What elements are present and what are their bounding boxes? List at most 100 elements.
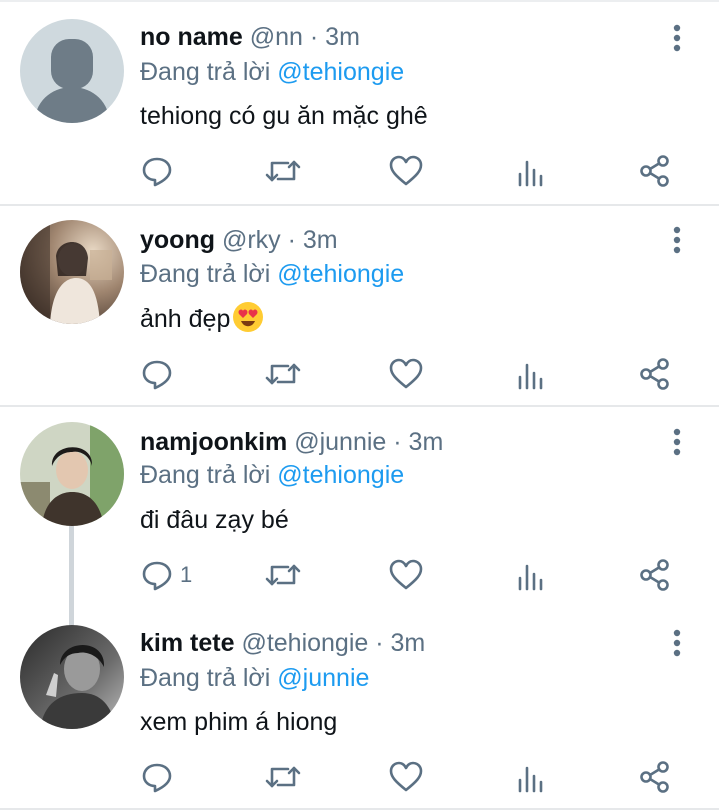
retweet-button[interactable]: [264, 759, 302, 795]
tweet-text: tehiong có gu ăn mặc ghê: [140, 102, 428, 130]
user-handle[interactable]: @tehiongie: [241, 629, 368, 657]
replying-to: Đang trả lời @tehiongie: [140, 460, 404, 490]
like-button[interactable]: [388, 759, 424, 795]
reply-mention-link[interactable]: @tehiongie: [277, 58, 404, 86]
replying-to: Đang trả lời @junnie: [140, 663, 369, 693]
reply-count: 1: [180, 562, 193, 587]
divider: [0, 808, 719, 810]
retweet-icon: [265, 160, 301, 182]
retweet-button[interactable]: [264, 153, 302, 189]
reply-icon: [142, 360, 172, 390]
display-name[interactable]: kim tete: [140, 629, 234, 657]
more-options-button[interactable]: [664, 628, 690, 658]
share-icon: [640, 559, 669, 591]
photo-avatar-icon: [20, 220, 124, 324]
reply-button[interactable]: [140, 356, 180, 392]
tweet[interactable]: namjoonkim @junnie · 3m Đang trả lời @te…: [0, 407, 719, 628]
tweet[interactable]: yoong @rky · 3m Đang trả lời @tehiongie …: [0, 206, 719, 406]
replying-label: Đang trả lời: [140, 260, 271, 288]
replying-to: Đang trả lời @tehiongie: [140, 259, 404, 289]
tweet-header: no name @nn · 3m: [140, 22, 360, 52]
like-icon: [389, 155, 423, 186]
like-icon: [389, 358, 423, 389]
avatar[interactable]: [20, 625, 124, 729]
separator-dot: ·: [393, 428, 402, 456]
reply-button[interactable]: [140, 153, 180, 189]
tweet[interactable]: kim tete @tehiongie · 3m Đang trả lời @j…: [0, 608, 719, 808]
analytics-button[interactable]: [515, 557, 547, 593]
timestamp[interactable]: 3m: [391, 629, 426, 657]
action-bar: [0, 153, 719, 193]
timestamp[interactable]: 3m: [409, 428, 444, 456]
timestamp[interactable]: 3m: [303, 226, 338, 254]
tweet-text-row: ảnh đẹp: [140, 301, 264, 336]
analytics-icon: [518, 363, 543, 390]
action-bar: [0, 356, 719, 396]
separator-dot: ·: [287, 226, 296, 254]
photo-avatar-icon: [20, 625, 124, 729]
reply-icon: [142, 763, 172, 793]
tweet-header: kim tete @tehiongie · 3m: [140, 628, 425, 658]
analytics-icon: [518, 766, 543, 793]
user-handle[interactable]: @rky: [222, 226, 281, 254]
retweet-icon: [265, 766, 301, 788]
like-button[interactable]: [388, 557, 424, 593]
like-icon: [389, 761, 423, 792]
heart-eyes-emoji-icon: [232, 301, 264, 333]
retweet-icon: [265, 363, 301, 385]
more-options-button[interactable]: [664, 427, 690, 457]
analytics-button[interactable]: [515, 153, 547, 189]
like-button[interactable]: [388, 356, 424, 392]
replying-label: Đang trả lời: [140, 664, 271, 692]
analytics-icon: [518, 564, 543, 591]
replying-label: Đang trả lời: [140, 58, 271, 86]
timestamp[interactable]: 3m: [325, 23, 360, 51]
retweet-icon: [265, 564, 301, 586]
share-button[interactable]: [638, 356, 672, 392]
tweet-text: xem phim á hiong: [140, 708, 338, 736]
like-icon: [389, 559, 423, 590]
tweet-text: đi đâu zạy bé: [140, 506, 289, 534]
more-options-button[interactable]: [664, 23, 690, 53]
tweet-header: namjoonkim @junnie · 3m: [140, 427, 443, 457]
user-handle[interactable]: @nn: [250, 23, 303, 51]
replying-to: Đang trả lời @tehiongie: [140, 57, 404, 87]
reply-mention-link[interactable]: @tehiongie: [277, 461, 404, 489]
user-handle[interactable]: @junnie: [294, 428, 386, 456]
default-avatar-icon: [20, 19, 124, 123]
action-bar: [0, 759, 719, 799]
replying-label: Đang trả lời: [140, 461, 271, 489]
avatar[interactable]: [20, 19, 124, 123]
share-icon: [640, 761, 669, 793]
avatar[interactable]: [20, 422, 124, 526]
reply-button[interactable]: 1: [140, 557, 192, 593]
more-icon: [673, 428, 681, 456]
display-name[interactable]: namjoonkim: [140, 428, 287, 456]
analytics-button[interactable]: [515, 356, 547, 392]
more-options-button[interactable]: [664, 225, 690, 255]
analytics-button[interactable]: [515, 759, 547, 795]
reply-button[interactable]: [140, 759, 180, 795]
retweet-button[interactable]: [264, 557, 302, 593]
tweet[interactable]: no name @nn · 3m Đang trả lời @tehiongie…: [0, 0, 719, 204]
analytics-icon: [518, 160, 543, 187]
reply-icon: [142, 561, 172, 591]
like-button[interactable]: [388, 153, 424, 189]
more-icon: [673, 24, 681, 52]
avatar[interactable]: [20, 220, 124, 324]
reply-icon: [142, 157, 172, 187]
photo-avatar-icon: [20, 422, 124, 526]
tweet-header: yoong @rky · 3m: [140, 225, 338, 255]
action-bar: 1: [0, 557, 719, 597]
share-button[interactable]: [638, 153, 672, 189]
reply-mention-link[interactable]: @tehiongie: [277, 260, 404, 288]
share-button[interactable]: [638, 557, 672, 593]
more-icon: [673, 629, 681, 657]
more-icon: [673, 226, 681, 254]
share-button[interactable]: [638, 759, 672, 795]
tweet-text: ảnh đẹp: [140, 305, 231, 333]
retweet-button[interactable]: [264, 356, 302, 392]
reply-mention-link[interactable]: @junnie: [277, 664, 369, 692]
display-name[interactable]: yoong: [140, 226, 215, 254]
display-name[interactable]: no name: [140, 23, 243, 51]
